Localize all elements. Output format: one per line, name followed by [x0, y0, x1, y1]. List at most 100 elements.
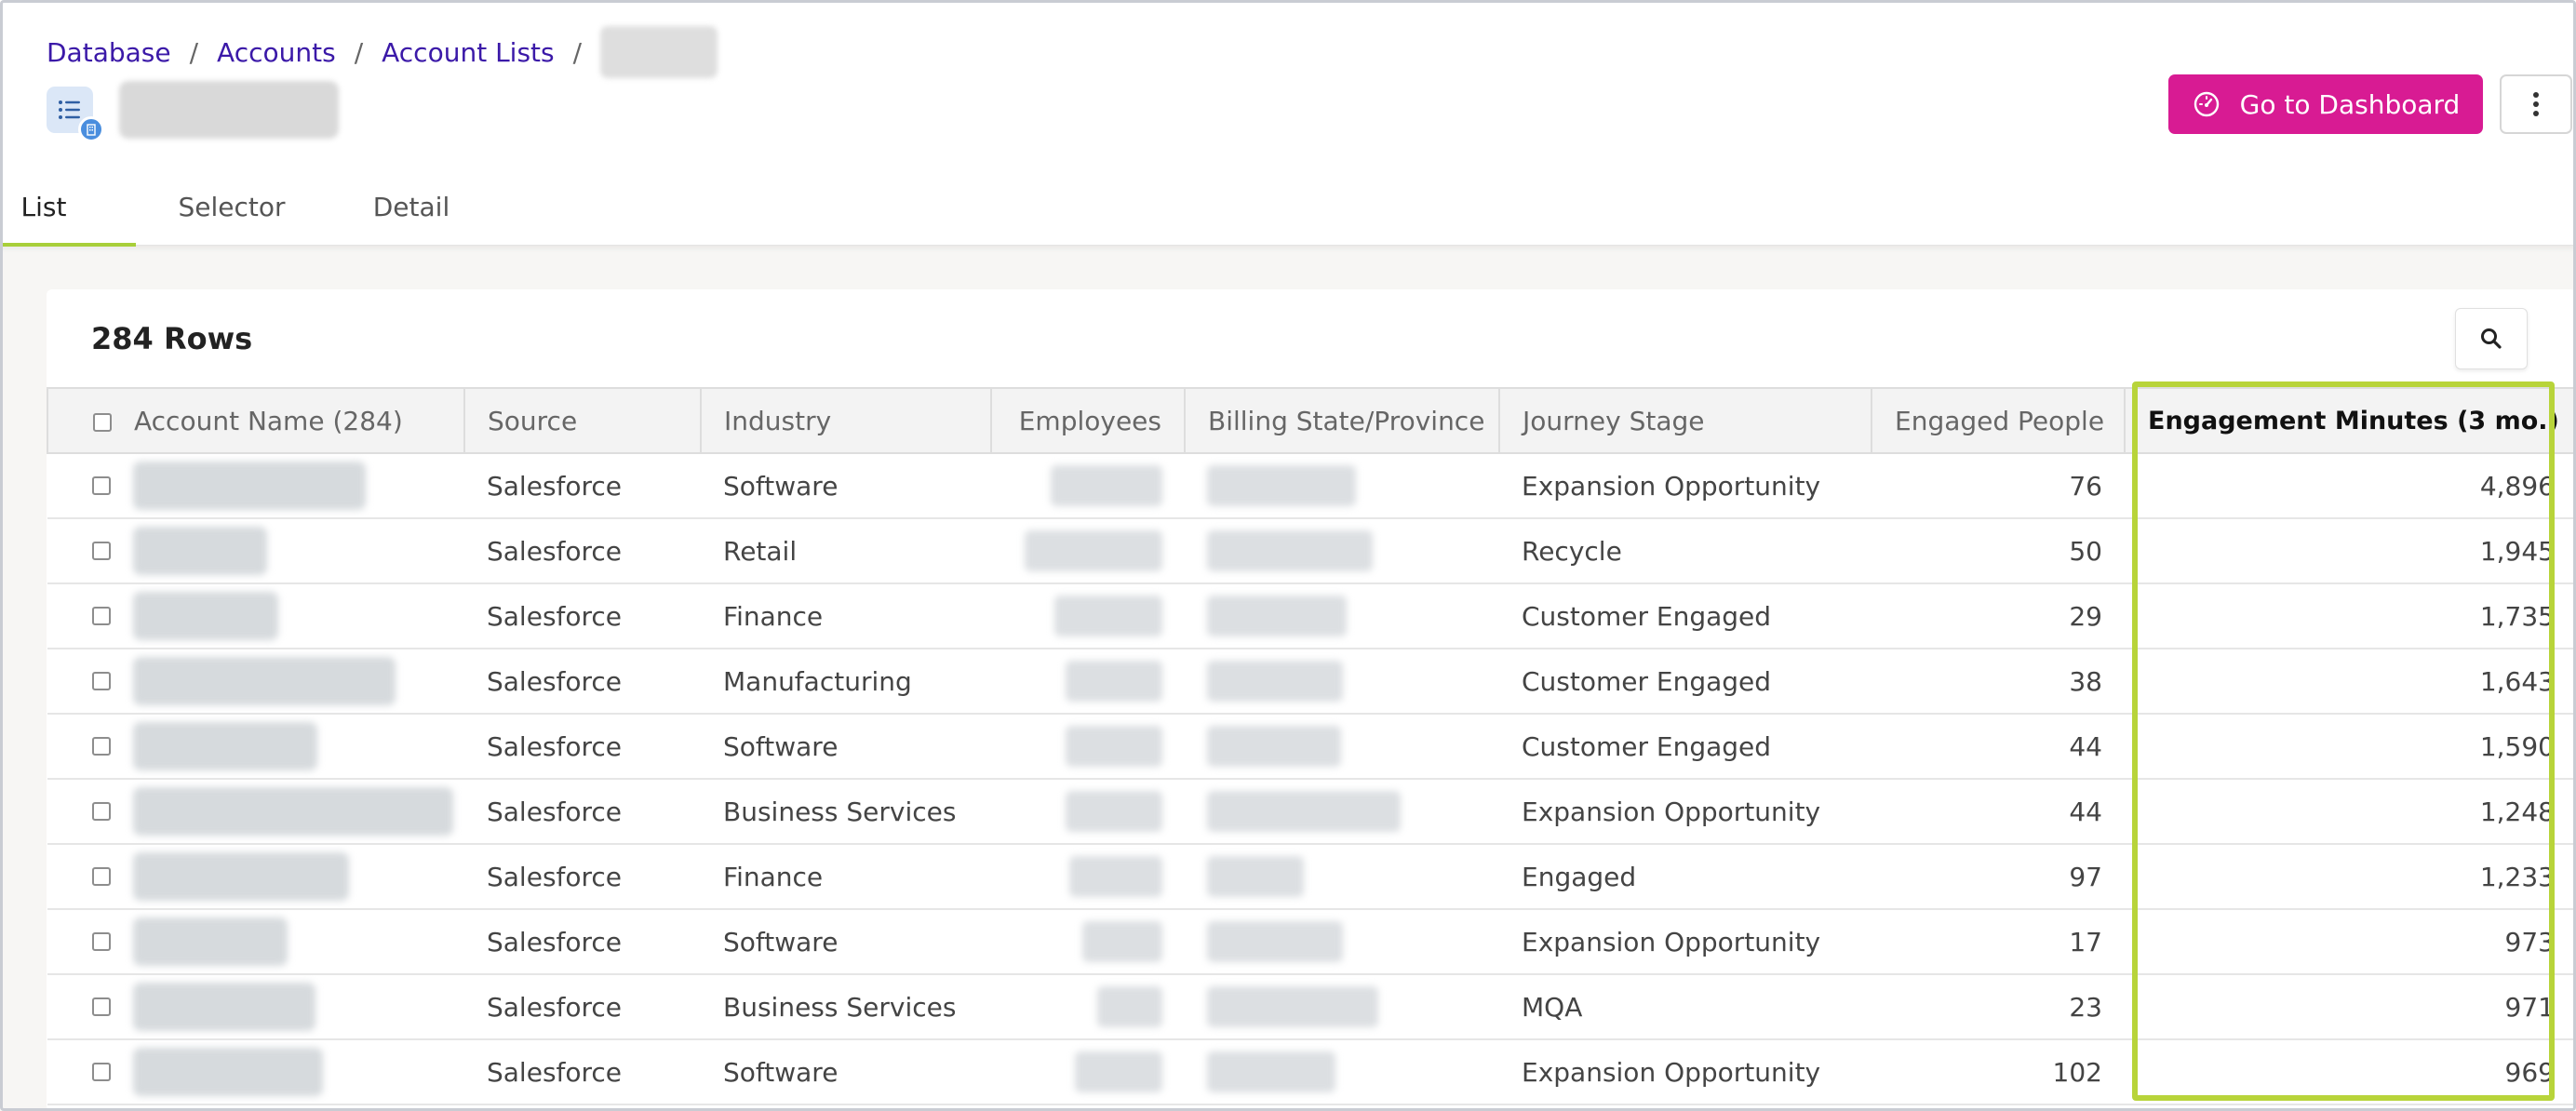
table-row[interactable]: Salesforce Software Expansion Opportunit… [47, 1039, 2576, 1105]
list-icon [47, 87, 104, 142]
column-label: Account Name (284) [134, 405, 403, 436]
billing-state-redacted [1207, 1051, 1335, 1092]
row-checkbox[interactable] [92, 997, 111, 1016]
row-checkbox[interactable] [92, 932, 111, 951]
employees-cell [991, 714, 1185, 780]
row-checkbox[interactable] [92, 607, 111, 625]
employees-redacted [1082, 921, 1162, 962]
row-checkbox[interactable] [92, 1063, 111, 1081]
go-to-dashboard-button[interactable]: Go to Dashboard [2168, 74, 2483, 134]
table-row[interactable]: Salesforce Finance Customer Engaged 29 1… [47, 583, 2576, 649]
breadcrumb-separator: / [189, 36, 199, 68]
journey-stage-cell: Engaged [1499, 844, 1872, 910]
column-header-engaged-people[interactable]: Engaged People [1872, 387, 2126, 454]
industry-cell: Software [701, 909, 991, 975]
source-cell: Salesforce [464, 518, 701, 584]
billing-state-cell [1185, 844, 1499, 910]
row-checkbox[interactable] [92, 672, 111, 690]
industry-cell: Software [701, 1039, 991, 1105]
employees-cell [991, 583, 1185, 649]
more-options-button[interactable] [2500, 74, 2572, 134]
engaged-people-cell: 50 [1872, 518, 2125, 584]
table-row[interactable]: Salesforce Manufacturing Customer Engage… [47, 649, 2576, 715]
breadcrumb-accounts[interactable]: Accounts [217, 37, 336, 68]
employees-cell [991, 909, 1185, 975]
source-cell: Salesforce [464, 583, 701, 649]
engagement-minutes-cell: 1,945 [2125, 518, 2576, 584]
column-header-source[interactable]: Source [464, 387, 702, 454]
column-header-industry[interactable]: Industry [701, 387, 992, 454]
engaged-people-cell: 17 [1872, 909, 2125, 975]
column-header-engagement-minutes[interactable]: Engagement Minutes (3 mo.) [2125, 387, 2576, 454]
engaged-people-cell: 38 [1872, 649, 2125, 715]
row-checkbox[interactable] [92, 542, 111, 560]
industry-cell: Business Services [701, 974, 991, 1040]
table-row[interactable]: Salesforce Software Expansion Opportunit… [47, 909, 2576, 975]
employees-redacted [1051, 465, 1162, 506]
table-row[interactable]: Salesforce Software Customer Engaged 44 … [47, 714, 2576, 780]
billing-state-redacted [1207, 986, 1378, 1027]
tab-detail[interactable]: Detail [328, 167, 495, 246]
source-cell: Salesforce [464, 909, 701, 975]
go-to-dashboard-label: Go to Dashboard [2239, 88, 2461, 120]
engaged-people-cell: 102 [1872, 1039, 2125, 1105]
account-name-redacted [133, 852, 349, 901]
row-checkbox[interactable] [92, 476, 111, 495]
billing-state-cell [1185, 779, 1499, 845]
row-checkbox[interactable] [92, 802, 111, 821]
account-name-cell [47, 974, 464, 1040]
billing-state-cell [1185, 1039, 1499, 1105]
tab-selector[interactable]: Selector [136, 167, 328, 246]
column-header-employees[interactable]: Employees [991, 387, 1186, 454]
column-header-billing-state[interactable]: Billing State/Province [1185, 387, 1500, 454]
account-name-redacted [133, 462, 366, 510]
table-header: Account Name (284) Source Industry Emplo… [47, 387, 2576, 454]
engaged-people-cell: 76 [1872, 453, 2125, 519]
table-search-button[interactable] [2455, 308, 2528, 369]
account-name-redacted [133, 983, 315, 1031]
account-name-cell [47, 453, 464, 519]
table-row[interactable]: Salesforce Finance Engaged 97 1,233 [47, 844, 2576, 910]
dashboard-gauge-icon [2194, 91, 2219, 117]
billing-state-cell [1185, 974, 1499, 1040]
tab-list[interactable]: List [0, 167, 136, 247]
billing-state-redacted [1207, 791, 1401, 832]
employees-cell [991, 1039, 1185, 1105]
row-count: 284 Rows [91, 321, 253, 356]
billing-state-cell [1185, 909, 1499, 975]
account-name-cell [47, 583, 464, 649]
table-row[interactable]: Salesforce Business Services MQA 23 971 [47, 974, 2576, 1040]
employees-cell [991, 974, 1185, 1040]
source-cell: Salesforce [464, 779, 701, 845]
page-title-redacted [119, 81, 339, 139]
row-checkbox[interactable] [92, 737, 111, 756]
table-row[interactable]: Salesforce Business Services Expansion O… [47, 779, 2576, 845]
source-cell: Salesforce [464, 649, 701, 715]
column-header-journey-stage[interactable]: Journey Stage [1499, 387, 1872, 454]
breadcrumb-separator: / [354, 36, 364, 68]
breadcrumb-current-redacted [600, 26, 718, 78]
engagement-minutes-cell: 1,643 [2125, 649, 2576, 715]
table-row[interactable]: Salesforce Software Expansion Opportunit… [47, 453, 2576, 519]
breadcrumb: Database / Accounts / Account Lists / [47, 26, 718, 78]
building-icon [78, 116, 104, 142]
billing-state-redacted [1207, 465, 1356, 506]
source-cell: Salesforce [464, 974, 701, 1040]
breadcrumb-database[interactable]: Database [47, 37, 171, 68]
account-name-redacted [133, 657, 396, 705]
engaged-people-cell: 97 [1872, 844, 2125, 910]
row-checkbox[interactable] [92, 867, 111, 886]
industry-cell: Retail [701, 518, 991, 584]
employees-redacted [1054, 596, 1162, 636]
engagement-minutes-cell: 969 [2125, 1039, 2576, 1105]
breadcrumb-account-lists[interactable]: Account Lists [382, 37, 555, 68]
industry-cell: Business Services [701, 779, 991, 845]
table-row[interactable]: Salesforce Retail Recycle 50 1,945 [47, 518, 2576, 584]
search-icon [2481, 328, 2502, 349]
account-name-cell [47, 1039, 464, 1105]
select-all-checkbox[interactable] [93, 412, 112, 432]
billing-state-cell [1185, 518, 1499, 584]
industry-cell: Software [701, 714, 991, 780]
column-header-account-name[interactable]: Account Name (284) [47, 387, 465, 454]
account-name-redacted [133, 592, 278, 640]
